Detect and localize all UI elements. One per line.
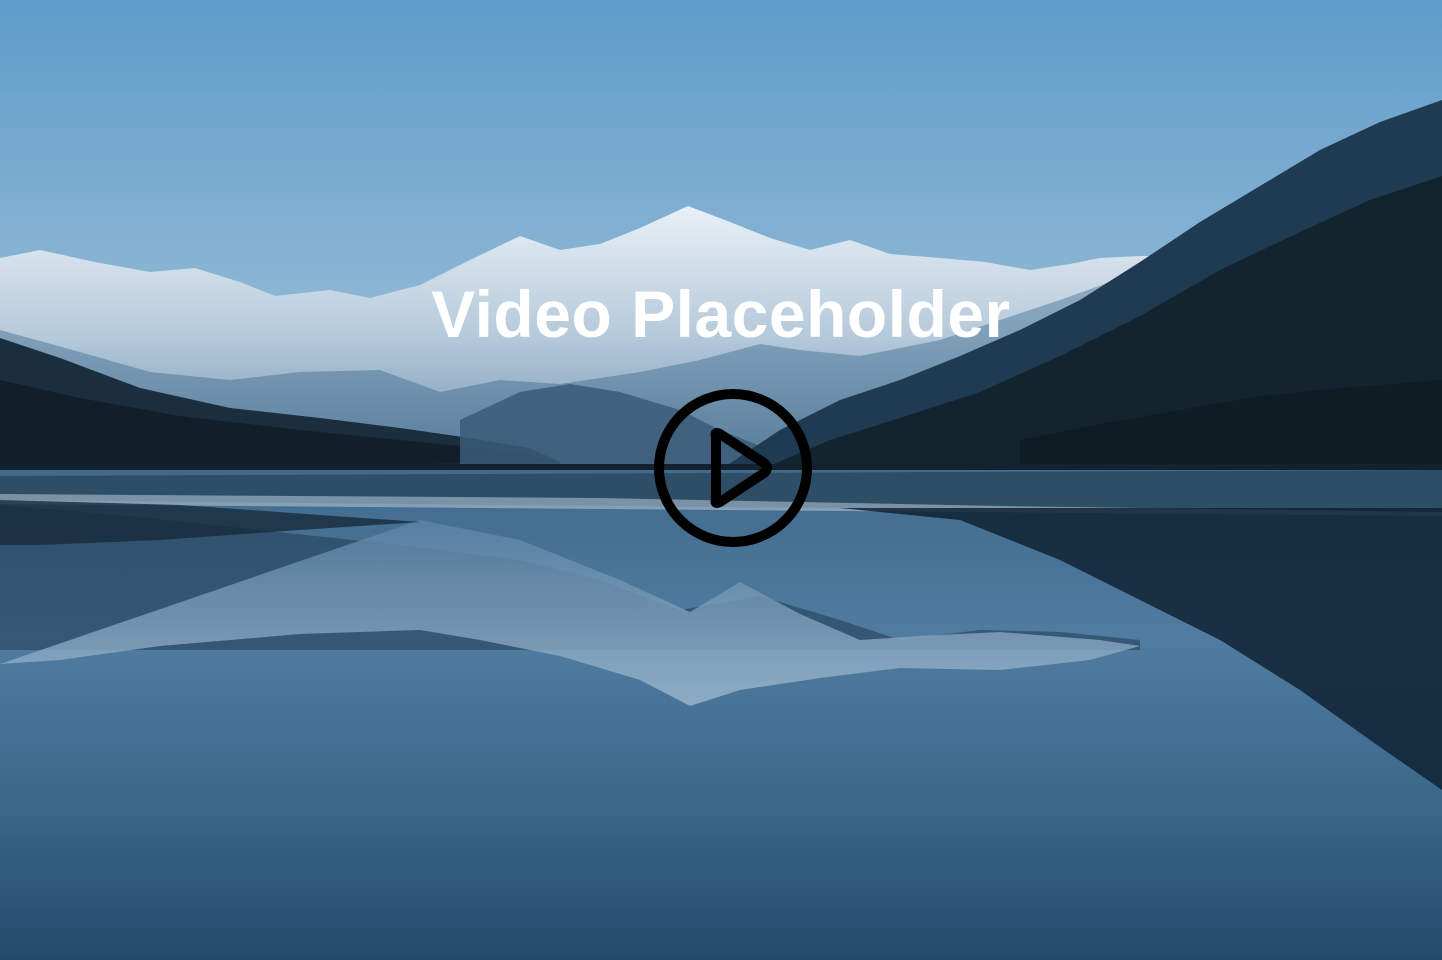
video-title: Video Placeholder (431, 277, 1011, 351)
video-player[interactable]: Video Placeholder (0, 0, 1442, 960)
play-button[interactable] (652, 387, 814, 549)
play-circle-icon (654, 389, 812, 547)
